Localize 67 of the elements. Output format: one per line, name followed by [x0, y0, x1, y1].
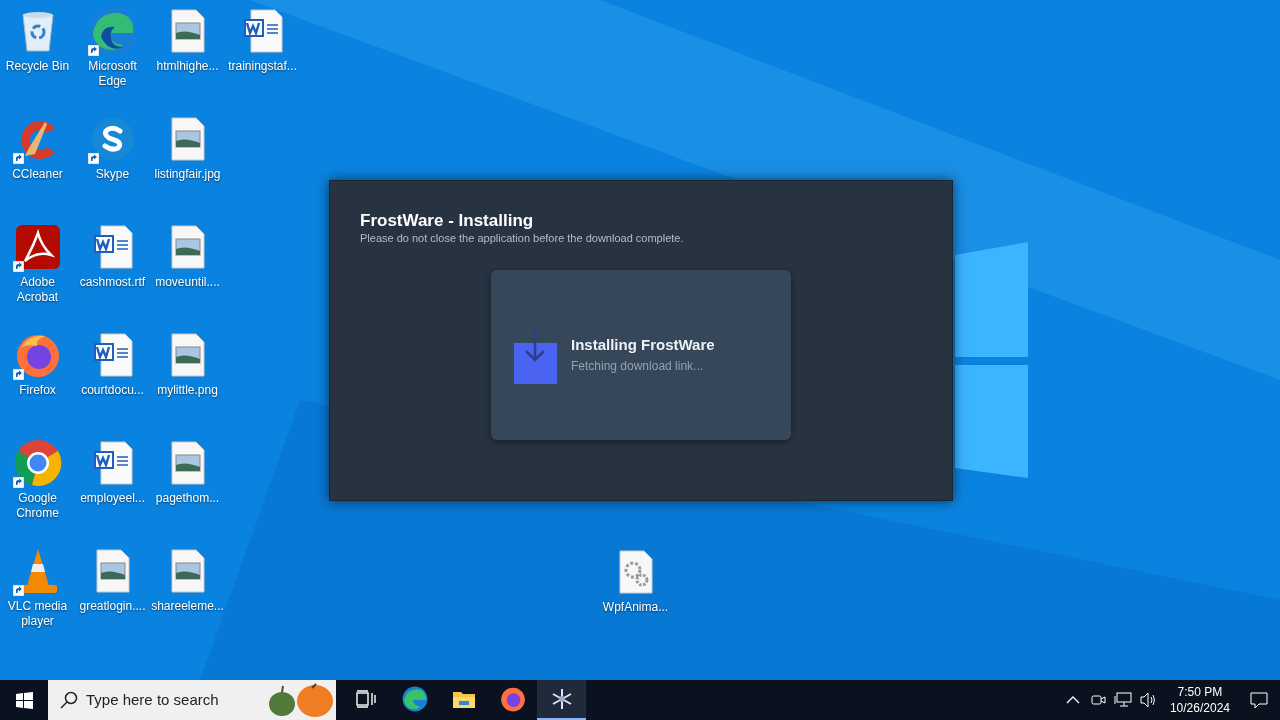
settings-file-icon	[618, 550, 653, 594]
edge-logo-icon	[88, 7, 137, 55]
word-document-icon	[242, 9, 283, 53]
shortcut-arrow-icon	[12, 369, 24, 380]
desktop-icon-label[interactable]: CCleaner	[0, 167, 75, 182]
image-file-icon	[170, 549, 205, 593]
download-icon	[513, 325, 558, 385]
desktop-icon-label[interactable]: Firefox	[0, 383, 75, 398]
taskbar-app-button[interactable]	[537, 680, 586, 720]
desktop-icon-label[interactable]: shareeleme...	[150, 599, 225, 614]
shortcut-arrow-icon	[12, 585, 24, 596]
volume-icon[interactable]	[1139, 692, 1158, 708]
camera-icon[interactable]	[1089, 692, 1106, 708]
window-subtitle: Please do not close the application before the download complete.	[360, 231, 684, 245]
desktop-icon-label[interactable]: mylittle.png	[150, 383, 225, 398]
desktop-icon-label[interactable]: cashmost.rtf	[75, 275, 150, 290]
desktop-icon-label[interactable]: htmlhighe...	[150, 59, 225, 74]
word-document-icon	[92, 225, 133, 269]
image-file-icon	[170, 9, 205, 53]
desktop-icon-label[interactable]: WpfAnima...	[598, 600, 673, 615]
firefox-logo-icon	[499, 686, 526, 712]
desktop-icon-label[interactable]: VLC media player	[0, 599, 75, 629]
search-input[interactable]: Type here to search	[86, 688, 256, 712]
task-view-icon	[355, 690, 376, 708]
word-document-icon	[92, 441, 133, 485]
desktop-icon-label[interactable]: trainingstaf...	[225, 59, 300, 74]
desktop-icon-label[interactable]: Google Chrome	[0, 491, 75, 521]
clock-time[interactable]: 7:50 PM	[1177, 684, 1223, 700]
card-status: Fetching download link...	[571, 358, 705, 375]
firefox-logo-icon	[14, 332, 61, 378]
desktop-icon-label[interactable]: pagethom...	[150, 491, 225, 506]
snowflake-icon	[550, 688, 573, 710]
shortcut-arrow-icon	[12, 261, 24, 272]
desktop-icon-label[interactable]: moveuntil....	[150, 275, 225, 290]
window-title: FrostWare - Installing	[360, 211, 534, 231]
notification-icon[interactable]	[1250, 691, 1268, 709]
image-file-icon	[170, 333, 205, 377]
image-file-icon	[170, 441, 205, 485]
desktop-icon-label[interactable]: listingfair.jpg	[150, 167, 225, 182]
chrome-logo-icon	[13, 439, 62, 487]
shortcut-arrow-icon	[12, 153, 24, 164]
desktop-icon-label[interactable]: Microsoft Edge	[75, 59, 150, 89]
card-heading: Installing FrostWare	[571, 335, 715, 355]
skype-logo-icon	[90, 117, 135, 161]
shortcut-arrow-icon	[12, 477, 24, 488]
edge-logo-icon	[401, 686, 428, 712]
desktop-icon-label[interactable]: employeel...	[75, 491, 150, 506]
shortcut-arrow-icon	[87, 153, 99, 164]
search-icon	[60, 691, 78, 709]
desktop-icon-label[interactable]: Adobe Acrobat	[0, 275, 75, 305]
image-file-icon	[95, 549, 130, 593]
acrobat-logo-icon	[14, 225, 61, 269]
desktop-icon-label[interactable]: Skype	[75, 167, 150, 182]
image-file-icon	[170, 117, 205, 161]
image-file-icon	[170, 225, 205, 269]
desktop-icon-label[interactable]: greatlogin....	[75, 599, 150, 614]
clock-date[interactable]: 10/26/2024	[1169, 700, 1230, 716]
chevron-up-icon[interactable]	[1065, 696, 1080, 704]
folder-icon	[451, 689, 476, 709]
shortcut-arrow-icon	[87, 45, 99, 56]
word-document-icon	[92, 333, 133, 377]
network-icon[interactable]	[1113, 692, 1132, 708]
windows-logo-icon	[15, 691, 33, 709]
search-field[interactable]: Type here to search	[48, 680, 336, 720]
pumpkins-drawing	[268, 682, 334, 718]
desktop-icon-label[interactable]: courtdocu...	[75, 383, 150, 398]
desktop-icon-label[interactable]: Recycle Bin	[0, 59, 75, 74]
